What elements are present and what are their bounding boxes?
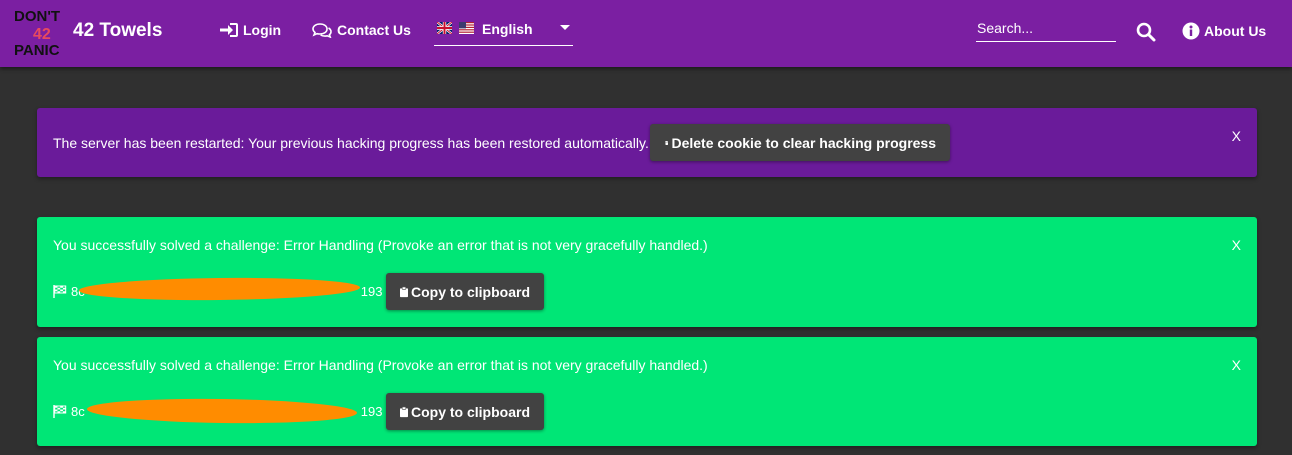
server-restart-message: The server has been restarted: Your prev… — [53, 135, 649, 151]
logo-line-1: DON'T — [14, 8, 60, 25]
login-label: Login — [243, 22, 282, 38]
language-select[interactable]: English — [434, 16, 573, 46]
copy-to-clipboard-label: Copy to clipboard — [411, 283, 530, 300]
copy-to-clipboard-label: Copy to clipboard — [411, 403, 530, 420]
flag-code-end: 193 — [360, 284, 383, 299]
search-input[interactable] — [976, 17, 1116, 42]
checkered-flag-icon — [53, 405, 67, 418]
top-navbar: DON'T 42 PANIC 42 Towels Login Contact U… — [0, 0, 1292, 67]
close-server-notice-button[interactable]: X — [1232, 128, 1241, 144]
close-solved-notice-button[interactable]: X — [1232, 237, 1241, 253]
brand-title[interactable]: 42 Towels — [73, 20, 162, 42]
contact-us-button[interactable]: Contact Us — [311, 22, 411, 38]
about-us-label: About Us — [1204, 23, 1267, 39]
close-solved-notice-button[interactable]: X — [1232, 357, 1241, 373]
search-icon[interactable] — [1136, 22, 1156, 42]
flag-uk-icon — [437, 22, 452, 34]
sign-in-icon — [220, 23, 238, 37]
logo-line-3: PANIC — [14, 42, 60, 58]
flag-code-start: 8c — [71, 404, 85, 419]
server-restart-notice: The server has been restarted: Your prev… — [37, 108, 1257, 177]
challenge-solved-notice: You successfully solved a challenge: Err… — [37, 337, 1257, 446]
delete-cookie-label: Delete cookie to clear hacking progress — [671, 134, 936, 151]
delete-cookie-button[interactable]: Delete cookie to clear hacking progress — [650, 124, 950, 161]
clipboard-icon — [400, 406, 408, 417]
challenge-solved-message: You successfully solved a challenge: Err… — [53, 237, 708, 253]
clipboard-icon — [400, 286, 408, 297]
chevron-down-icon — [560, 25, 570, 30]
challenge-solved-notice: You successfully solved a challenge: Err… — [37, 217, 1257, 327]
copy-to-clipboard-button[interactable]: Copy to clipboard — [386, 393, 544, 430]
dont-panic-logo[interactable]: DON'T 42 PANIC — [13, 6, 71, 58]
checkered-flag-icon — [53, 285, 67, 298]
copy-to-clipboard-button[interactable]: Copy to clipboard — [386, 273, 544, 310]
info-circle-icon — [1182, 22, 1200, 40]
logo-line-2: 42 — [33, 26, 51, 43]
login-button[interactable]: Login — [219, 22, 281, 38]
about-us-button[interactable]: About Us — [1182, 22, 1266, 40]
redaction-scribble — [86, 397, 358, 425]
comments-icon — [312, 23, 332, 38]
flag-code-end: 193 — [360, 404, 383, 419]
trash-icon — [665, 140, 669, 145]
challenge-solved-message: You successfully solved a challenge: Err… — [53, 357, 708, 373]
language-selected-label: English — [482, 21, 533, 37]
contact-us-label: Contact Us — [337, 22, 411, 38]
flag-us-icon — [459, 22, 474, 34]
